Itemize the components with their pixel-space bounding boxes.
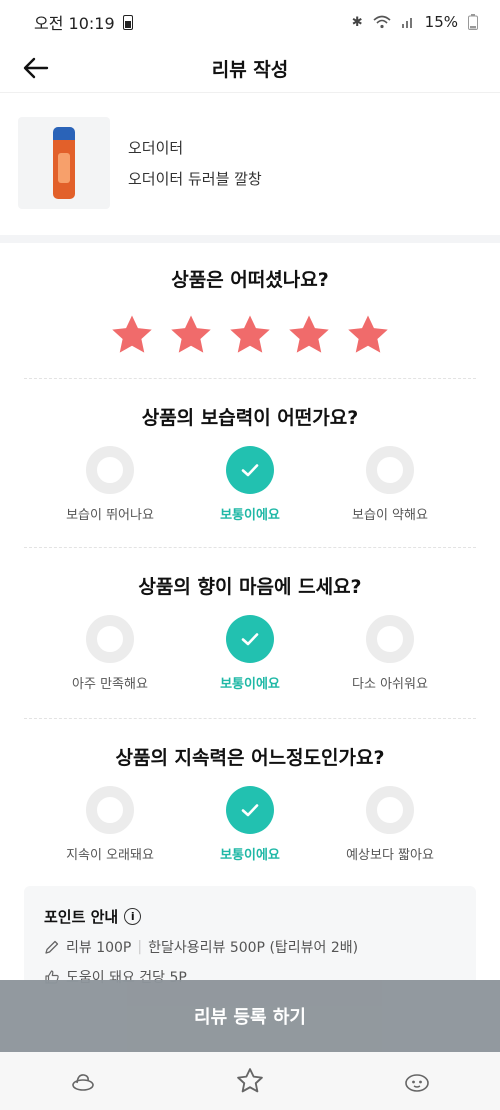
status-left: 오전 10:19 xyxy=(34,10,133,34)
answer-options: 보습이 뛰어나요 보통이에요 보습이 약해요 xyxy=(0,446,500,523)
option-unselected[interactable]: 보습이 뛰어나요 xyxy=(45,446,175,523)
home-icon[interactable] xyxy=(68,1066,98,1096)
star-icon xyxy=(171,315,211,353)
star-icon xyxy=(289,315,329,353)
option-label: 아주 만족해요 xyxy=(72,677,148,692)
question-section-moisture: 상품의 보습력이 어떤가요? 보습이 뛰어나요 보통이에요 보습이 약해요 xyxy=(0,379,500,523)
product-texts: 오더이터 오더이터 듀러블 깔창 xyxy=(128,137,262,189)
question-section-longevity: 상품의 지속력은 어느정도인가요? 지속이 오래돼요 보통이에요 예상보다 짧아… xyxy=(0,719,500,863)
points-row-review: 리뷰 100P | 한달사용리뷰 500P (탑리뷰어 2배) xyxy=(44,937,456,957)
rating-question: 상품은 어떠셨나요? xyxy=(171,269,329,291)
radio-empty-icon xyxy=(86,786,134,834)
star-icon xyxy=(348,315,388,353)
option-label: 보습이 뛰어나요 xyxy=(66,508,154,523)
option-label: 지속이 오래돼요 xyxy=(66,848,154,863)
option-label: 보통이에요 xyxy=(220,677,280,692)
option-label: 보통이에요 xyxy=(220,508,280,523)
status-time: 오전 10:19 xyxy=(34,14,115,33)
star-4[interactable] xyxy=(286,312,332,358)
option-selected[interactable]: 보통이에요 xyxy=(185,786,315,863)
option-label: 다소 아쉬워요 xyxy=(352,677,428,692)
radio-empty-icon xyxy=(86,615,134,663)
insole-package-image xyxy=(53,127,75,199)
star-2[interactable] xyxy=(168,312,214,358)
option-unselected[interactable]: 지속이 오래돼요 xyxy=(45,786,175,863)
radio-empty-icon xyxy=(366,615,414,663)
checkmark-icon xyxy=(226,786,274,834)
points-review: 리뷰 100P xyxy=(66,940,132,956)
points-title-row: 포인트 안내 i xyxy=(44,906,456,927)
option-label: 보습이 약해요 xyxy=(352,508,428,523)
signal-icon xyxy=(401,18,412,28)
submit-review-button[interactable]: 리뷰 등록 하기 xyxy=(0,980,500,1052)
product-brand: 오더이터 xyxy=(128,139,184,157)
star-icon xyxy=(230,315,270,353)
star-outline-icon[interactable] xyxy=(235,1066,265,1096)
points-title: 포인트 안내 xyxy=(44,908,119,926)
radio-empty-icon xyxy=(366,786,414,834)
radio-empty-icon xyxy=(366,446,414,494)
question-title: 상품의 보습력이 어떤가요? xyxy=(141,407,359,429)
option-unselected[interactable]: 보습이 약해요 xyxy=(325,446,455,523)
battery-icon xyxy=(468,14,478,30)
top-app-bar: 리뷰 작성 xyxy=(0,44,500,93)
star-rating xyxy=(0,312,500,358)
checkmark-icon xyxy=(226,446,274,494)
option-label: 보통이에요 xyxy=(220,848,280,863)
star-3[interactable] xyxy=(227,312,273,358)
page-title: 리뷰 작성 xyxy=(211,58,289,81)
battery-percent: 15% xyxy=(424,13,458,31)
option-unselected[interactable]: 아주 만족해요 xyxy=(45,615,175,692)
profile-icon[interactable] xyxy=(402,1066,432,1096)
status-bar: 오전 10:19 ✱ 15% xyxy=(0,0,500,44)
option-selected[interactable]: 보통이에요 xyxy=(185,615,315,692)
product-summary: 오더이터 오더이터 듀러블 깔창 xyxy=(0,93,500,235)
rating-section: 상품은 어떠셨나요? xyxy=(0,243,500,358)
checkmark-icon xyxy=(226,615,274,663)
star-5[interactable] xyxy=(345,312,391,358)
question-title: 상품의 지속력은 어느정도인가요? xyxy=(115,747,385,769)
status-right: ✱ 15% xyxy=(352,13,478,31)
question-section-scent: 상품의 향이 마음에 드세요? 아주 만족해요 보통이에요 다소 아쉬워요 xyxy=(0,548,500,694)
battery-saver-icon xyxy=(122,14,133,30)
radio-empty-icon xyxy=(86,446,134,494)
option-unselected[interactable]: 다소 아쉬워요 xyxy=(325,615,455,692)
bluetooth-icon: ✱ xyxy=(351,14,363,30)
option-selected[interactable]: 보통이에요 xyxy=(185,446,315,523)
option-unselected[interactable]: 예상보다 짧아요 xyxy=(325,786,455,863)
pencil-icon xyxy=(45,940,59,954)
section-divider xyxy=(0,235,500,243)
option-label: 예상보다 짧아요 xyxy=(346,848,434,863)
bottom-navigation xyxy=(0,1052,500,1110)
answer-options: 아주 만족해요 보통이에요 다소 아쉬워요 xyxy=(0,615,500,692)
back-arrow-icon[interactable] xyxy=(20,52,52,84)
star-1[interactable] xyxy=(109,312,155,358)
info-icon[interactable]: i xyxy=(124,908,142,925)
question-title: 상품의 향이 마음에 드세요? xyxy=(138,576,362,598)
star-icon xyxy=(112,315,152,353)
separator: | xyxy=(137,939,143,955)
product-name: 오더이터 듀러블 깔창 xyxy=(128,170,262,188)
answer-options: 지속이 오래돼요 보통이에요 예상보다 짧아요 xyxy=(0,786,500,863)
wifi-icon xyxy=(373,15,391,29)
points-month: 한달사용리뷰 500P (탑리뷰어 2배) xyxy=(148,940,359,956)
product-thumbnail xyxy=(18,117,110,209)
